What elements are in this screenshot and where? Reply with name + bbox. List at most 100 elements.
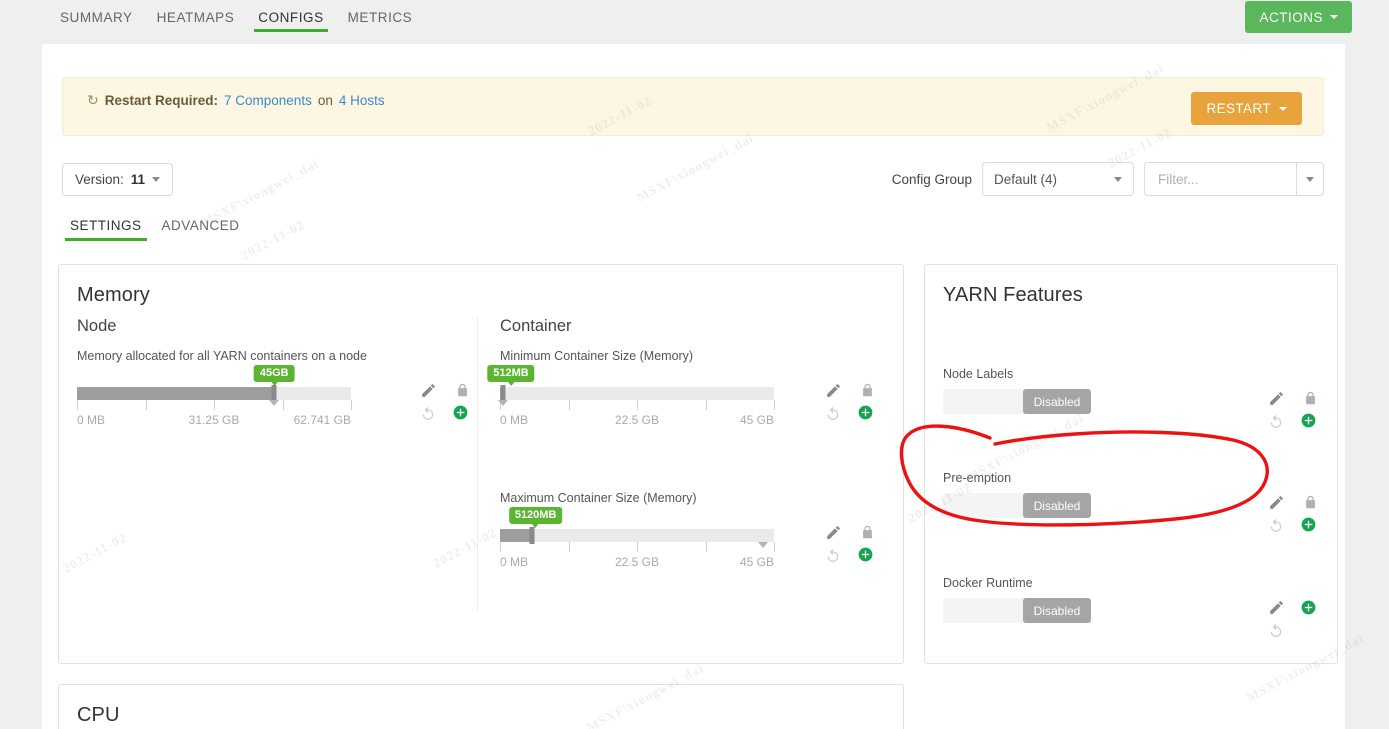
chevron-down-icon — [152, 177, 161, 182]
lock-icon[interactable] — [453, 381, 471, 399]
lock-icon[interactable] — [1301, 389, 1319, 407]
pencil-icon[interactable] — [1267, 493, 1285, 511]
revert-icon[interactable] — [419, 405, 437, 423]
scale-mid-label: 31.25 GB — [188, 413, 240, 427]
hosts-link[interactable]: 4 Hosts — [339, 93, 385, 108]
cpu-panel-title: CPU — [77, 704, 120, 726]
tab-heatmaps-label: HEATMAPS — [156, 10, 235, 25]
min-container-slider-row: 512MB 0 MB 22.5 GB 45 GB — [487, 365, 905, 447]
restart-required-label: Restart Required: — [104, 93, 219, 108]
slider-track[interactable] — [500, 387, 774, 400]
refresh-icon: ↻ — [87, 92, 99, 108]
pencil-icon[interactable] — [419, 381, 437, 399]
plus-circle-icon[interactable] — [856, 545, 874, 563]
slider-recommended-marker — [498, 400, 509, 406]
scale-start-label: 0 MB — [500, 555, 529, 569]
slider-recommended-marker — [269, 400, 280, 406]
tab-heatmaps[interactable]: HEATMAPS — [145, 7, 247, 32]
yarn-panel-title: YARN Features — [943, 284, 1083, 306]
feature-docker-runtime-label: Docker Runtime — [943, 576, 1033, 590]
feature-pre-emption-toggle[interactable]: Disabled — [943, 493, 1091, 518]
version-label: Version: — [75, 172, 124, 187]
scale-mid-label: 22.5 GB — [614, 555, 660, 569]
slider-track[interactable] — [77, 387, 351, 400]
sub-tab-settings[interactable]: SETTINGS — [60, 216, 152, 241]
actions-button[interactable]: ACTIONS — [1245, 1, 1352, 33]
plus-circle-icon[interactable] — [1299, 515, 1317, 533]
toggle-state-label: Disabled — [1023, 493, 1091, 518]
actions-button-label: ACTIONS — [1259, 9, 1323, 25]
version-value: 11 — [130, 172, 146, 187]
sub-tab-advanced-label: ADVANCED — [161, 218, 240, 233]
scale-mid-label: 22.5 GB — [614, 413, 660, 427]
revert-icon[interactable] — [824, 405, 842, 423]
chevron-down-icon — [1279, 106, 1287, 111]
lock-icon[interactable] — [1301, 493, 1319, 511]
feature-node-labels-label: Node Labels — [943, 367, 1014, 381]
slider-track[interactable] — [500, 529, 774, 542]
slider-ticks — [500, 400, 775, 410]
feature-node-labels: Node Labels Disabled — [943, 367, 1323, 428]
filter-input-wrapper — [1144, 162, 1296, 196]
feature-docker-runtime-icon-cluster — [1263, 598, 1335, 644]
node-memory-slider-row: 45GB 0 MB 31.25 GB 62.741 GB — [77, 365, 477, 447]
container-section-title: Container — [500, 317, 572, 335]
chevron-down-icon — [1330, 15, 1338, 19]
tab-summary[interactable]: SUMMARY — [48, 7, 145, 32]
main-tabs: SUMMARY HEATMAPS CONFIGS METRICS — [48, 7, 424, 32]
max-container-icon-cluster — [820, 523, 892, 569]
memory-panel-title: Memory — [77, 284, 150, 306]
revert-icon[interactable] — [824, 547, 842, 565]
tab-metrics[interactable]: METRICS — [336, 7, 425, 32]
tab-configs[interactable]: CONFIGS — [246, 7, 335, 32]
slider-scale: 0 MB 22.5 GB 45 GB — [500, 413, 774, 429]
min-container-icon-cluster — [820, 381, 892, 427]
version-selector[interactable]: Version: 11 — [62, 163, 174, 196]
configs-content-card: ↻ Restart Required: 7 Components on 4 Ho… — [42, 44, 1345, 729]
restart-required-banner: ↻ Restart Required: 7 Components on 4 Ho… — [62, 77, 1324, 136]
config-group-select[interactable]: Default (4) — [982, 162, 1134, 196]
feature-docker-runtime-toggle[interactable]: Disabled — [943, 598, 1091, 623]
chevron-down-icon — [1306, 176, 1314, 182]
revert-icon[interactable] — [1267, 413, 1285, 431]
feature-node-labels-toggle[interactable]: Disabled — [943, 389, 1091, 414]
restart-button[interactable]: RESTART — [1191, 92, 1302, 125]
lock-icon[interactable] — [858, 523, 876, 541]
slider-track-fill — [77, 387, 275, 400]
feature-docker-runtime: Docker Runtime Disabled — [943, 576, 1323, 637]
memory-container-column: Container Minimum Container Size (Memory… — [477, 317, 905, 611]
pencil-icon[interactable] — [824, 381, 842, 399]
tab-metrics-label: METRICS — [347, 10, 413, 25]
slider-ticks — [77, 400, 352, 410]
tab-configs-label: CONFIGS — [258, 10, 324, 25]
memory-panel: Memory Node Memory allocated for all YAR… — [58, 264, 904, 664]
pencil-icon[interactable] — [824, 523, 842, 541]
toggle-state-label: Disabled — [1023, 598, 1091, 623]
node-memory-field-label: Memory allocated for all YARN containers… — [77, 349, 367, 363]
components-link[interactable]: 7 Components — [224, 93, 312, 108]
revert-icon[interactable] — [1267, 517, 1285, 535]
pencil-icon[interactable] — [1267, 598, 1285, 616]
max-container-slider-row: 5120MB 0 MB 22.5 GB 45 GB — [500, 507, 905, 589]
filter-input[interactable] — [1156, 170, 1285, 188]
slider-recommended-marker — [758, 542, 769, 548]
feature-pre-emption-icon-cluster — [1263, 493, 1335, 539]
revert-icon[interactable] — [1267, 622, 1285, 640]
sub-tab-advanced[interactable]: ADVANCED — [152, 216, 250, 241]
plus-circle-icon[interactable] — [856, 403, 874, 421]
slider-ticks — [500, 542, 775, 552]
min-container-field-label: Minimum Container Size (Memory) — [500, 349, 694, 363]
scale-end-label: 45 GB — [739, 413, 774, 427]
config-sub-tabs: SETTINGS ADVANCED — [60, 216, 250, 241]
plus-circle-icon[interactable] — [451, 403, 469, 421]
plus-circle-icon[interactable] — [1299, 598, 1317, 616]
plus-circle-icon[interactable] — [1299, 411, 1317, 429]
max-container-value-bubble: 5120MB — [508, 507, 563, 525]
memory-node-column: Node Memory allocated for all YARN conta… — [77, 317, 477, 447]
app-root: SUMMARY HEATMAPS CONFIGS METRICS ACTIONS… — [0, 0, 1389, 729]
pencil-icon[interactable] — [1267, 389, 1285, 407]
filter-dropdown-button[interactable] — [1296, 162, 1324, 196]
config-group-selected-value: Default (4) — [994, 171, 1058, 187]
restart-button-label: RESTART — [1206, 101, 1271, 116]
lock-icon[interactable] — [858, 381, 876, 399]
